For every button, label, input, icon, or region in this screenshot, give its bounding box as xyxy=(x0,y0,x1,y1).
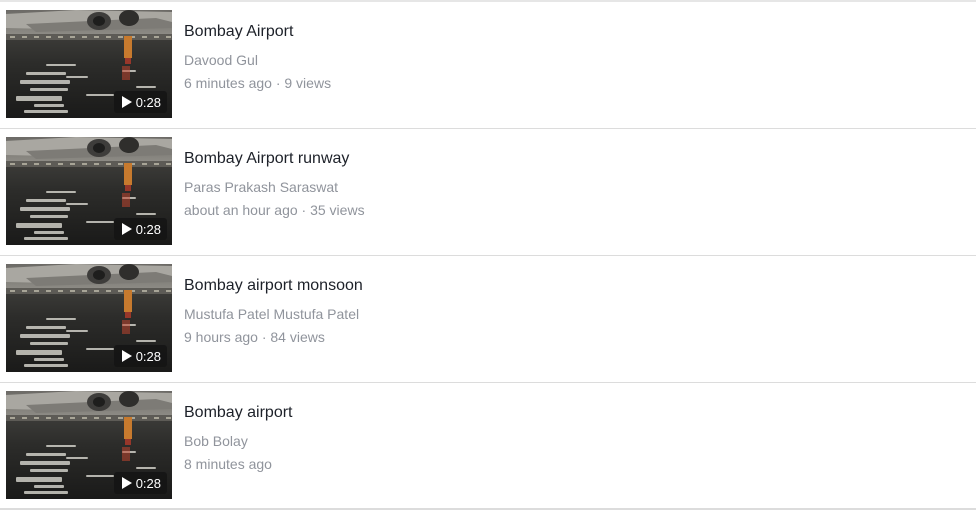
play-icon xyxy=(121,350,132,362)
video-author[interactable]: Mustufa Patel Mustufa Patel xyxy=(184,305,363,323)
duration-label: 0:28 xyxy=(135,348,161,364)
video-author[interactable]: Paras Prakash Saraswat xyxy=(184,178,365,196)
video-meta: Bombay Airport Davood Gul 6 minutes ago … xyxy=(184,22,331,92)
play-icon xyxy=(121,96,132,108)
video-row[interactable]: 0:28 Bombay Airport Davood Gul 6 minutes… xyxy=(0,2,976,129)
video-row[interactable]: 0:28 Bombay airport monsoon Mustufa Pate… xyxy=(0,256,976,383)
video-thumbnail[interactable]: 0:28 xyxy=(6,137,172,245)
play-icon xyxy=(121,223,132,235)
video-author[interactable]: Davood Gul xyxy=(184,51,331,69)
video-meta: Bombay Airport runway Paras Prakash Sara… xyxy=(184,149,365,219)
video-stats: 9 hours ago · 84 views xyxy=(184,329,325,345)
play-icon xyxy=(121,477,132,489)
duration-badge: 0:28 xyxy=(113,345,167,367)
video-meta: Bombay airport monsoon Mustufa Patel Mus… xyxy=(184,276,363,346)
video-title[interactable]: Bombay Airport xyxy=(184,22,331,42)
video-row[interactable]: 0:28 Bombay airport Bob Bolay 8 minutes … xyxy=(0,383,976,510)
video-thumbnail[interactable]: 0:28 xyxy=(6,391,172,499)
duration-label: 0:28 xyxy=(135,94,161,110)
duration-badge: 0:28 xyxy=(113,218,167,240)
video-list: 0:28 Bombay Airport Davood Gul 6 minutes… xyxy=(0,0,976,510)
video-thumbnail[interactable]: 0:28 xyxy=(6,264,172,372)
video-title[interactable]: Bombay airport monsoon xyxy=(184,276,363,296)
video-stats: about an hour ago · 35 views xyxy=(184,202,365,218)
video-row[interactable]: 0:28 Bombay Airport runway Paras Prakash… xyxy=(0,129,976,256)
duration-label: 0:28 xyxy=(135,221,161,237)
duration-badge: 0:28 xyxy=(113,91,167,113)
video-thumbnail[interactable]: 0:28 xyxy=(6,10,172,118)
duration-badge: 0:28 xyxy=(113,472,167,494)
video-title[interactable]: Bombay Airport runway xyxy=(184,149,365,169)
video-author[interactable]: Bob Bolay xyxy=(184,432,293,450)
video-stats: 6 minutes ago · 9 views xyxy=(184,75,332,91)
video-meta: Bombay airport Bob Bolay 8 minutes ago xyxy=(184,403,293,473)
duration-label: 0:28 xyxy=(135,475,161,491)
video-stats: 8 minutes ago xyxy=(184,456,272,472)
video-title[interactable]: Bombay airport xyxy=(184,403,293,423)
